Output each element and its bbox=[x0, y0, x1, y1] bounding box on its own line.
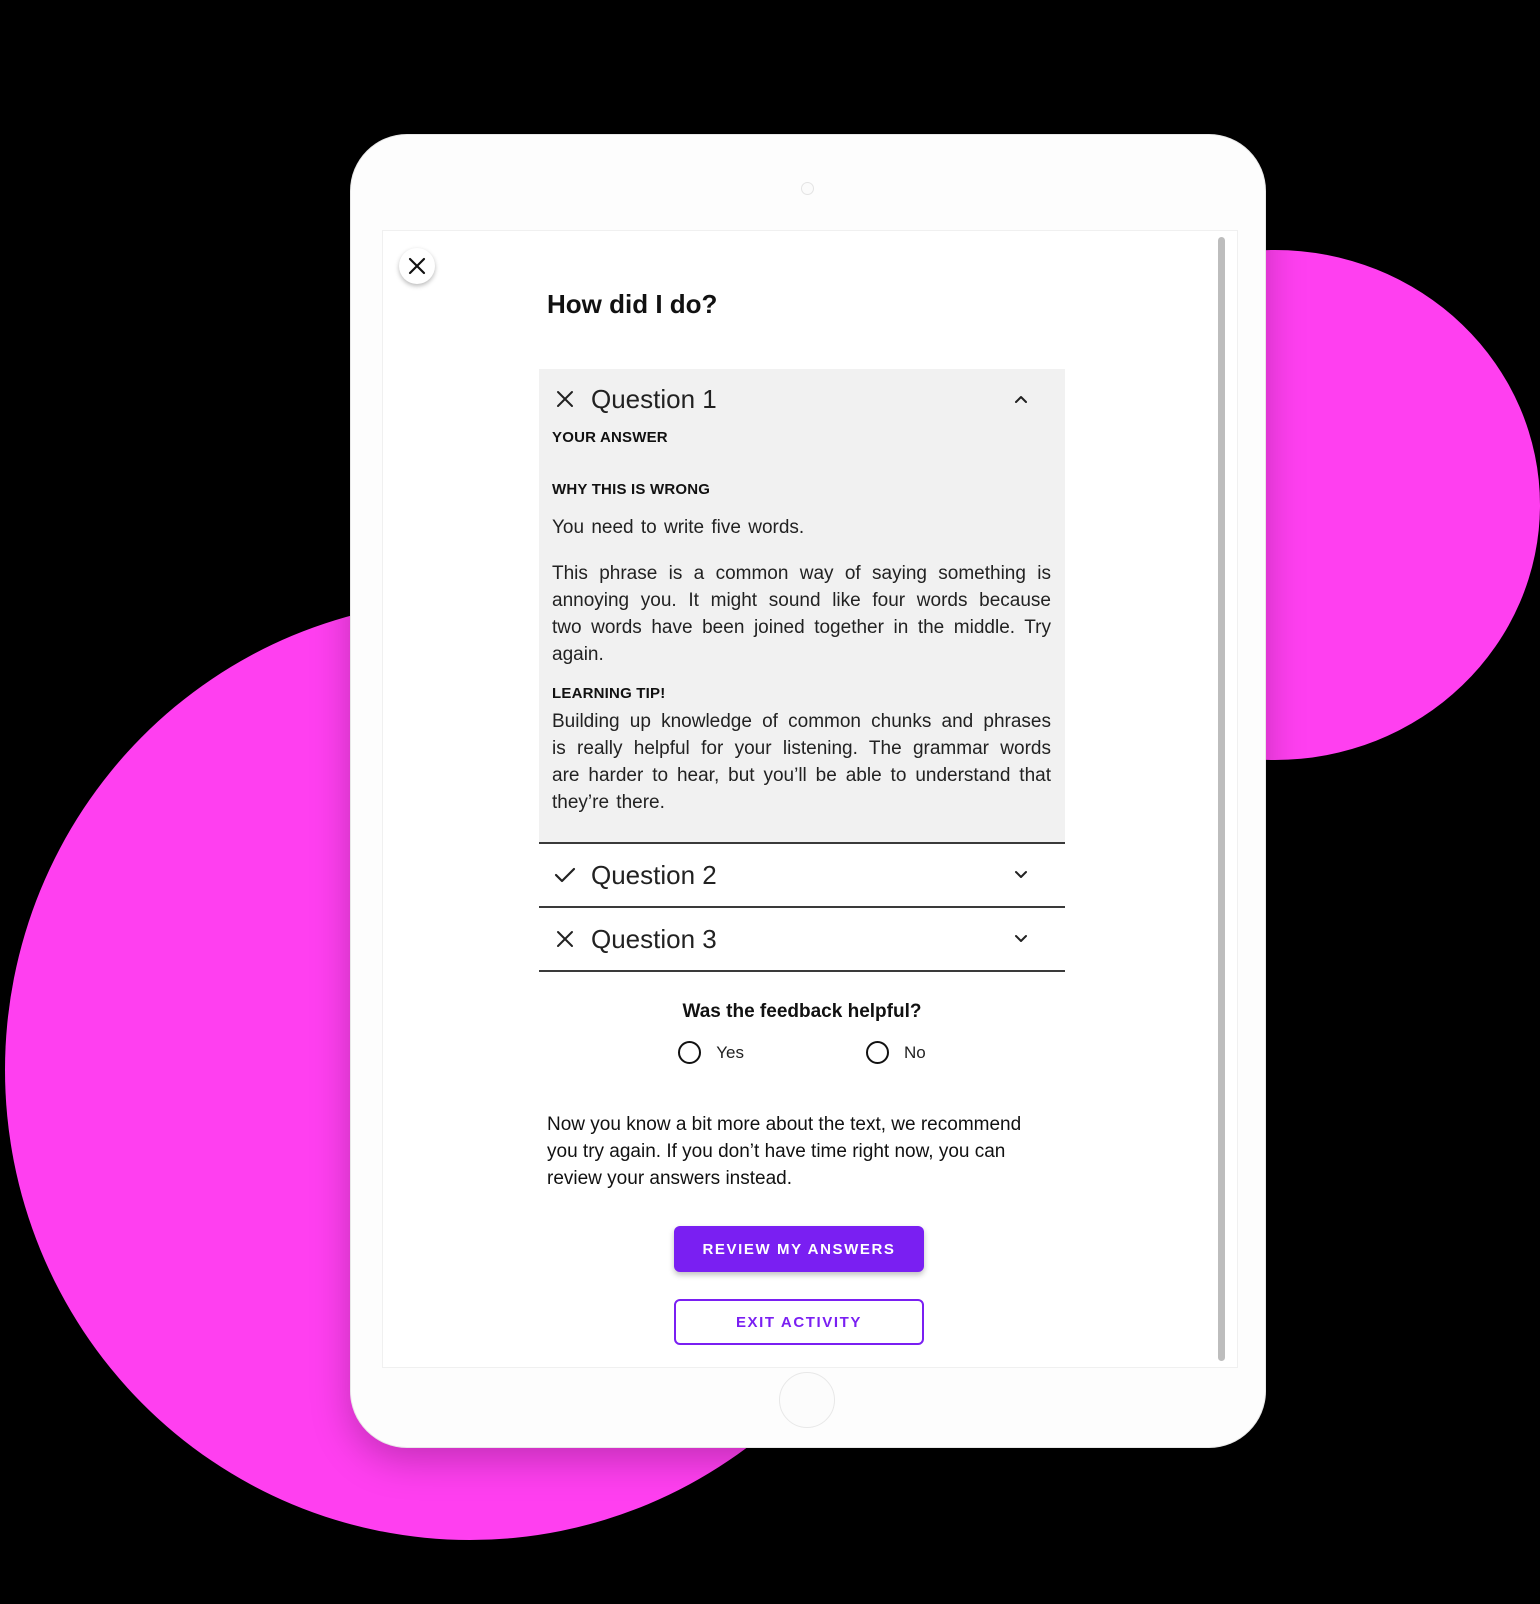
recommendation-text: Now you know a bit more about the text, … bbox=[547, 1114, 1022, 1189]
close-button[interactable] bbox=[399, 248, 435, 284]
feedback-question: Was the feedback helpful? bbox=[682, 1001, 922, 1022]
accordion-item-question-1: Question 1 YOUR ANSWER WHY THIS IS WRONG… bbox=[539, 369, 1065, 844]
x-icon bbox=[551, 925, 579, 953]
page-title: How did I do? bbox=[547, 289, 718, 319]
radio-circle-icon[interactable] bbox=[678, 1041, 702, 1064]
check-icon bbox=[551, 861, 579, 889]
chevron-down-icon[interactable] bbox=[1007, 925, 1035, 953]
accordion-header-question-1[interactable]: Question 1 bbox=[539, 369, 1065, 429]
chevron-up-icon[interactable] bbox=[1007, 385, 1035, 413]
scrollbar[interactable] bbox=[1218, 237, 1225, 1361]
chevron-down-icon[interactable] bbox=[1007, 861, 1035, 889]
tablet-frame: How did I do? Question 1 YOUR ANSWER WHY… bbox=[351, 135, 1265, 1447]
learning-tip-label: LEARNING TIP! bbox=[552, 685, 666, 702]
why-wrong-label: WHY THIS IS WRONG bbox=[552, 481, 711, 498]
learning-tip-text: Building up knowledge of common chunks a… bbox=[552, 711, 1051, 813]
accordion-header-question-3[interactable]: Question 3 bbox=[539, 908, 1065, 970]
question-label: Question 3 bbox=[591, 923, 717, 954]
stage: How did I do? Question 1 YOUR ANSWER WHY… bbox=[0, 0, 1540, 1604]
question-label: Question 2 bbox=[591, 859, 717, 890]
feedback-radio-group: Yes No bbox=[539, 1041, 1065, 1064]
question-label: Question 1 bbox=[591, 383, 717, 414]
exit-activity-button[interactable]: EXIT ACTIVITY bbox=[674, 1299, 924, 1345]
review-answers-button[interactable]: REVIEW MY ANSWERS bbox=[674, 1226, 924, 1272]
accordion-item-question-3: Question 3 bbox=[539, 908, 1065, 972]
home-button[interactable] bbox=[779, 1372, 835, 1428]
explanation-text: You need to write five words. bbox=[552, 517, 805, 538]
accordion-header-question-2[interactable]: Question 2 bbox=[539, 844, 1065, 906]
feedback-section: Was the feedback helpful? Yes No bbox=[539, 1001, 1065, 1064]
radio-no[interactable]: No bbox=[866, 1041, 926, 1064]
accordion-item-question-2: Question 2 bbox=[539, 844, 1065, 908]
results-accordion: Question 1 YOUR ANSWER WHY THIS IS WRONG… bbox=[539, 369, 1065, 972]
camera-icon bbox=[801, 182, 814, 195]
x-icon bbox=[551, 385, 579, 413]
close-icon bbox=[408, 257, 426, 275]
explanation-detail-text: This phrase is a common way of saying so… bbox=[552, 563, 1051, 665]
your-answer-label: YOUR ANSWER bbox=[552, 429, 668, 446]
radio-yes[interactable]: Yes bbox=[678, 1041, 744, 1064]
app-screen: How did I do? Question 1 YOUR ANSWER WHY… bbox=[383, 231, 1237, 1367]
radio-circle-icon[interactable] bbox=[866, 1041, 889, 1064]
radio-label: Yes bbox=[716, 1042, 744, 1062]
radio-label: No bbox=[904, 1042, 926, 1062]
accordion-body-question-1: YOUR ANSWER WHY THIS IS WRONG You need t… bbox=[539, 429, 1065, 842]
